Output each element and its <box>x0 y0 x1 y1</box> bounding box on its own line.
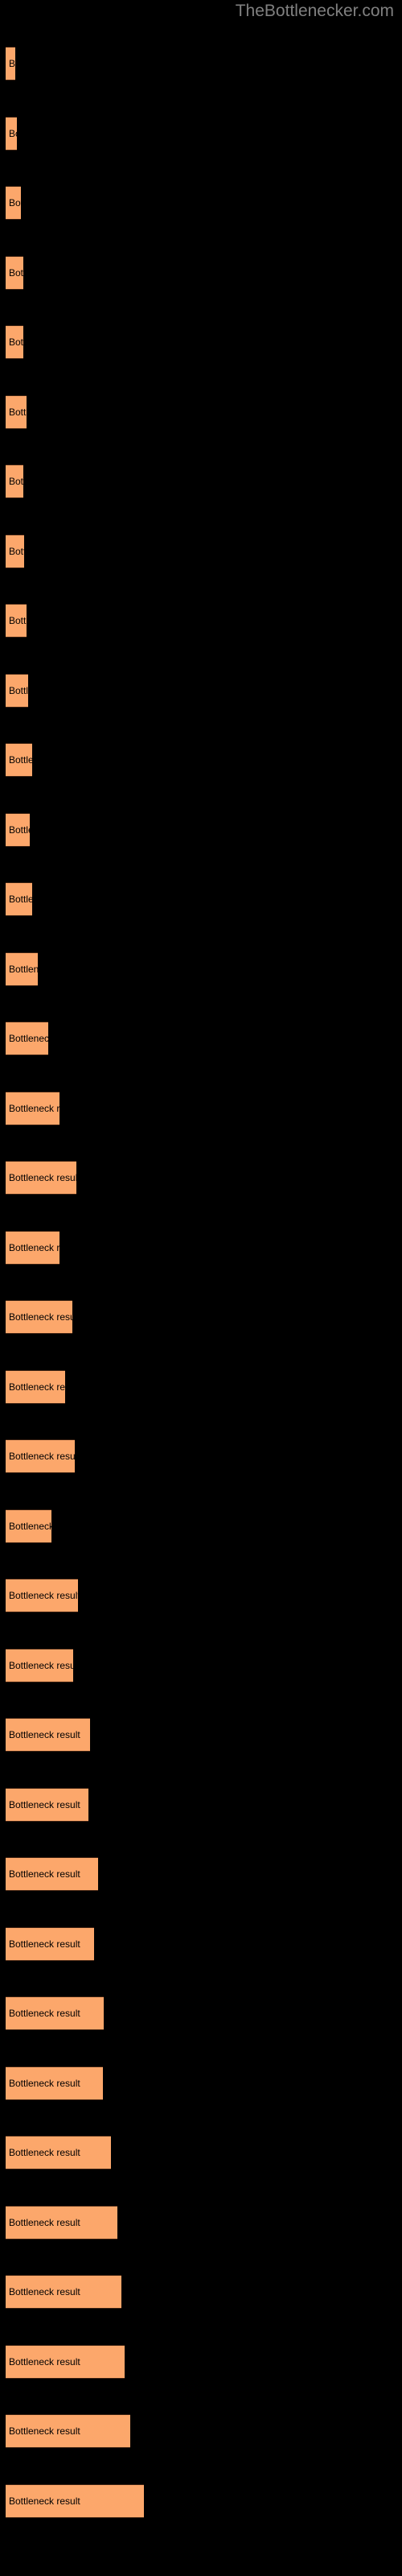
bar-row: Bottleneck result <box>0 1439 402 1473</box>
bar[interactable] <box>6 1230 59 1265</box>
bar-row: Bottleneck result <box>0 1091 402 1125</box>
bar-row: Bottleneck result <box>0 1996 402 2030</box>
bar-row: Bottleneck result <box>0 2136 402 2169</box>
bar[interactable] <box>6 394 27 429</box>
bar[interactable] <box>6 325 23 359</box>
bar[interactable] <box>6 2414 130 2448</box>
bar-row: Bottleneck result <box>0 2275 402 2309</box>
bar[interactable] <box>6 2136 111 2169</box>
bar-row: Bottleneck result <box>0 2483 402 2518</box>
bar-row: Bottleneck result <box>0 1022 402 1055</box>
bar-label: Bottleneck result <box>9 58 80 69</box>
bar-row: Bottleneck result <box>0 2066 402 2100</box>
bar[interactable] <box>6 1161 76 1195</box>
bar[interactable] <box>6 255 23 290</box>
bar-row: Bottleneck result <box>0 186 402 220</box>
bar-row: Bottleneck result <box>0 1648 402 1682</box>
bar[interactable] <box>6 534 24 568</box>
bar-row: Bottleneck result <box>0 743 402 777</box>
bar-row: Bottleneck result <box>0 2344 402 2379</box>
bar[interactable] <box>6 743 32 777</box>
bar-row: Bottleneck result <box>0 1857 402 1891</box>
bar[interactable] <box>6 2483 144 2518</box>
bar[interactable] <box>6 1926 94 1961</box>
bar[interactable] <box>6 2344 125 2379</box>
bar[interactable] <box>6 812 30 847</box>
bar-row: Bottleneck result <box>0 116 402 151</box>
bar[interactable] <box>6 952 38 986</box>
bar[interactable] <box>6 2066 103 2100</box>
bar-row: Bottleneck result <box>0 2205 402 2240</box>
bar[interactable] <box>6 1996 104 2030</box>
bar[interactable] <box>6 1718 90 1752</box>
bar-row: Bottleneck result <box>0 325 402 359</box>
bar[interactable] <box>6 2205 117 2240</box>
bar-row: Bottleneck result <box>0 1369 402 1404</box>
bar[interactable] <box>6 673 28 708</box>
bar-row: Bottleneck result <box>0 812 402 847</box>
bar-row: Bottleneck result <box>0 464 402 498</box>
bar-row: Bottleneck result <box>0 2414 402 2448</box>
bars-layer: Bottleneck result Bottleneck result Bottle… <box>0 0 402 2576</box>
bar-row: Bottleneck result <box>0 394 402 429</box>
bar-row: Bottleneck result <box>0 1161 402 1195</box>
bar[interactable] <box>6 1648 73 1682</box>
bar-row: Bottleneck result <box>0 952 402 986</box>
bar-row: Bottleneck result <box>0 1230 402 1265</box>
bar[interactable] <box>6 1509 51 1543</box>
bar-row: Bottleneck result <box>0 1787 402 1822</box>
bottleneck-bar-chart: TheBottlenecker.com Bottleneck result Bot… <box>0 0 402 2576</box>
bar[interactable] <box>6 1439 75 1473</box>
bar[interactable] <box>6 1857 98 1891</box>
bar-label: Bottleneck result <box>9 127 80 139</box>
bar-row: Bottleneck result <box>0 255 402 290</box>
bar[interactable] <box>6 116 17 151</box>
bar[interactable] <box>6 1022 48 1055</box>
bar[interactable] <box>6 604 27 638</box>
bar[interactable] <box>6 1091 59 1125</box>
bar-row: Bottleneck result <box>0 1509 402 1543</box>
bar-row: Bottleneck result <box>0 882 402 916</box>
bar[interactable] <box>6 1369 65 1404</box>
bar-row: Bottleneck result <box>0 534 402 568</box>
bar-row: Bottleneck result <box>0 1300 402 1334</box>
bar-row: Bottleneck result <box>0 673 402 708</box>
bar[interactable] <box>6 1787 88 1822</box>
bar-row: Bottleneck result <box>0 47 402 80</box>
bar[interactable] <box>6 464 23 498</box>
bar-row: Bottleneck result <box>0 604 402 638</box>
bar[interactable] <box>6 1300 72 1334</box>
bar[interactable] <box>6 1579 78 1612</box>
bar-row: Bottleneck result <box>0 1926 402 1961</box>
bar[interactable] <box>6 2275 121 2309</box>
bar-row: Bottleneck result <box>0 1579 402 1612</box>
bar-row: Bottleneck result <box>0 1718 402 1752</box>
bar[interactable] <box>6 882 32 916</box>
bar[interactable] <box>6 186 21 220</box>
bar[interactable] <box>6 47 15 80</box>
